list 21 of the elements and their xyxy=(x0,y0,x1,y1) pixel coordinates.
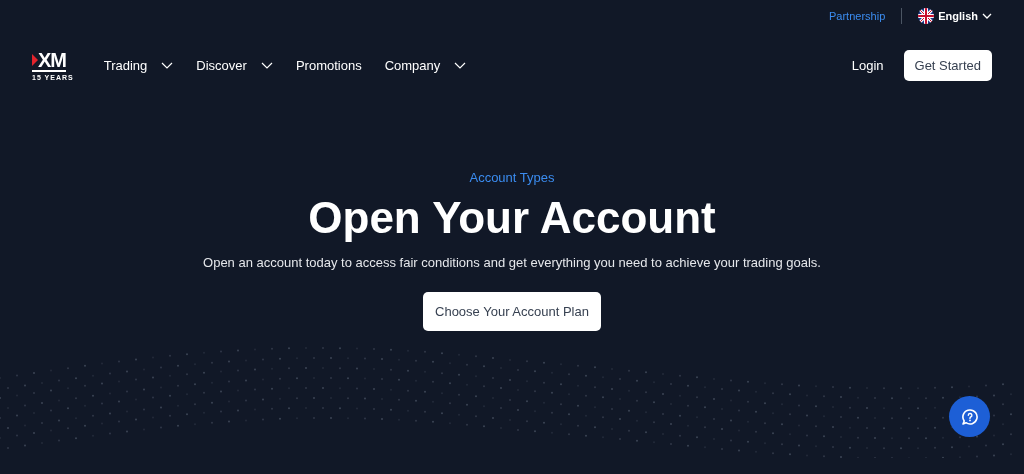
hero-title: Open Your Account xyxy=(308,193,716,243)
chevron-down-icon xyxy=(260,61,273,69)
nav-item[interactable]: Promotions xyxy=(295,57,362,73)
help-chat-icon xyxy=(960,407,979,426)
logo-mark-icon xyxy=(32,53,38,66)
nav-item[interactable]: Trading xyxy=(103,57,174,73)
get-started-button[interactable]: Get Started xyxy=(903,49,992,81)
chevron-down-icon xyxy=(454,61,467,69)
nav-item[interactable]: Company xyxy=(384,57,467,73)
chevron-down-icon xyxy=(161,61,174,69)
partnership-link[interactable]: Partnership xyxy=(829,10,886,22)
hero-subtitle: Open an account today to access fair conditions and get everything you need to achieve your trading goals. xyxy=(203,255,821,270)
uk-flag-icon xyxy=(918,8,935,24)
eyebrow-text: Account Types xyxy=(469,170,555,185)
language-selector[interactable]: English xyxy=(918,8,992,24)
chevron-down-icon xyxy=(982,13,992,19)
choose-plan-button[interactable]: Choose Your Account Plan xyxy=(423,292,601,331)
logo-text: XM xyxy=(38,49,66,70)
nav-item[interactable]: Discover xyxy=(196,57,273,73)
help-chat-button[interactable] xyxy=(949,396,990,437)
login-button[interactable]: Login xyxy=(851,57,884,73)
